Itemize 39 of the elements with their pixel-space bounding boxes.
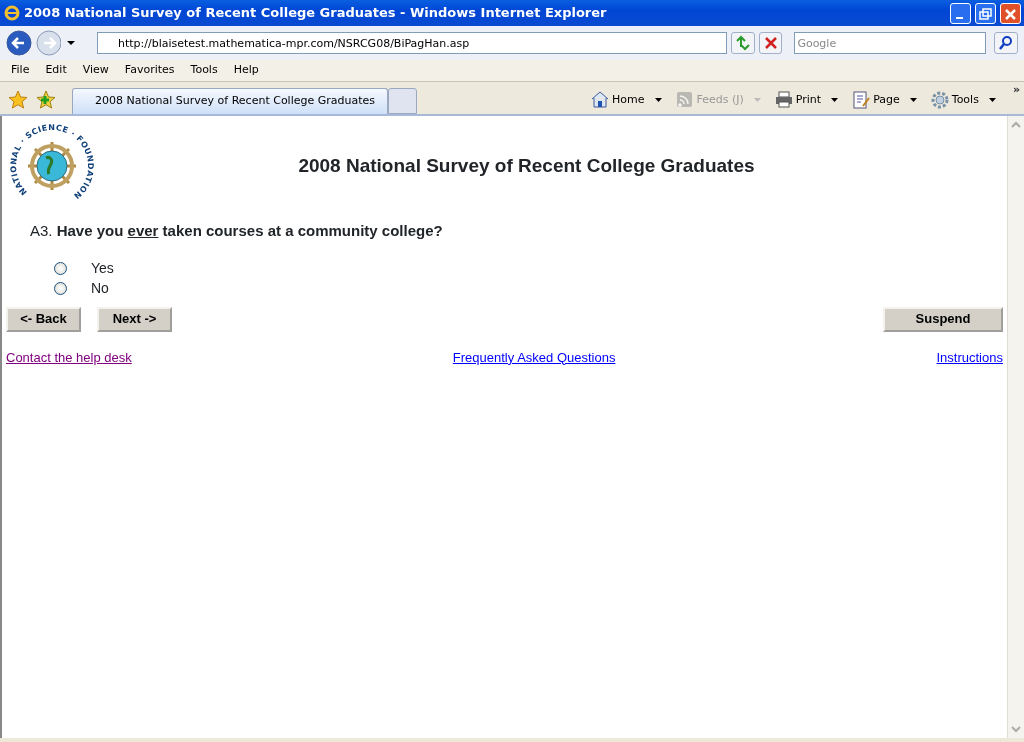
help-link[interactable]: Frequently Asked Questions [452,347,616,367]
browser-tab[interactable]: 2008 National Survey of Recent College Graduates [72,88,389,114]
menu-item[interactable]: Favorites [116,62,183,79]
page-icon[interactable] [851,90,872,110]
menu-item[interactable]: File [3,62,38,79]
option-label: Yes [91,259,114,278]
option-label: No [91,279,109,298]
back-button[interactable] [6,30,32,56]
window-title: 2008 National Survey of Recent College Graduates - Windows Internet Explorer [24,4,607,23]
command-button[interactable]: Page [871,91,902,109]
help-link[interactable]: Contact the help desk [6,347,132,367]
menu-item[interactable]: Help [225,62,267,79]
menu-item[interactable]: Edit [37,62,75,79]
survey-button[interactable]: Next -> [97,306,172,332]
command-button[interactable]: Tools [949,91,981,109]
add-star-icon[interactable] [36,90,56,110]
radio-button[interactable] [54,262,67,275]
search-field[interactable]: Google [794,32,987,54]
menu-item[interactable]: View [74,62,117,79]
house-icon[interactable] [590,90,611,110]
address-field[interactable]: http://blaisetest.mathematica-mpr.com/NSRCG08/BiPagHan.asp [96,32,728,54]
dropdown-arrow-icon[interactable] [907,96,920,104]
command-button[interactable]: Print [793,91,824,109]
survey-button[interactable]: <- Back [6,306,81,332]
overflow-chevron[interactable]: » [1012,82,1020,99]
dropdown-arrow-icon[interactable] [65,38,77,48]
survey-button[interactable]: Suspend [883,306,1003,332]
dropdown-arrow-icon[interactable] [986,96,999,104]
page-heading: 2008 National Survey of Recent College Graduates [297,153,756,178]
star-icon[interactable] [8,90,28,110]
gear-icon[interactable] [929,90,950,110]
browser-logo-icon [4,5,20,21]
question-text: A3. Have you ever taken courses at a community college? [30,221,444,241]
menu-item[interactable]: Tools [182,62,226,79]
command-button[interactable]: Home [610,91,647,109]
printer-icon[interactable] [773,90,794,110]
radio-button[interactable] [54,282,67,295]
dropdown-arrow-icon[interactable] [652,96,665,104]
help-link[interactable]: Instructions [936,347,1003,367]
